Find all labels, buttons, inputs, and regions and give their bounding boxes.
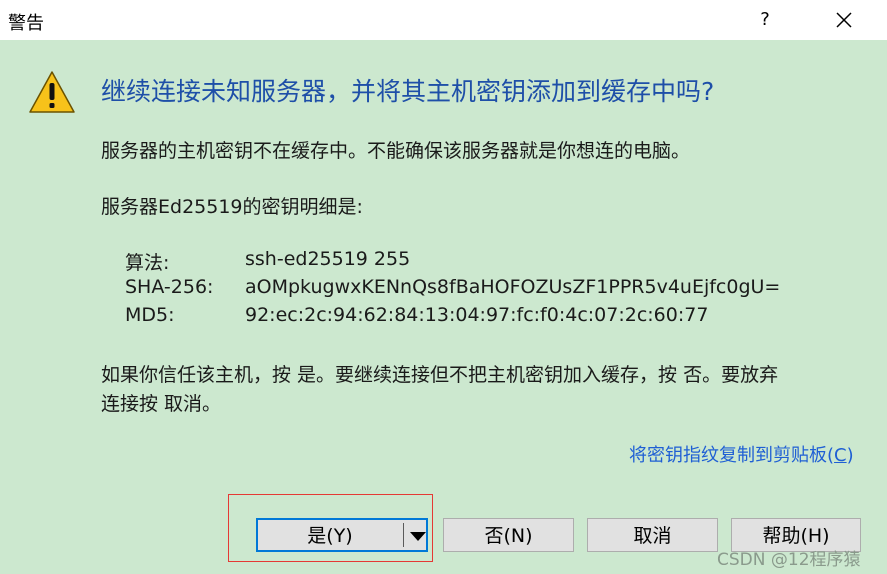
key-details-label: 服务器Ed25519的密钥明细是: <box>101 196 363 218</box>
dialog-content: 继续连接未知服务器，并将其主机密钥添加到缓存中吗? 服务器的主机密钥不在缓存中。… <box>0 40 887 495</box>
help-title-button[interactable]: ? <box>754 8 776 32</box>
instructions-line-2: 连接按 取消。 <box>101 393 222 415</box>
md5-label: MD5: <box>125 304 175 326</box>
title-bar: 警告 ? <box>0 0 887 40</box>
algorithm-value: ssh-ed25519 255 <box>245 248 411 270</box>
close-icon <box>836 12 852 28</box>
sha256-value: aOMpkugwxKENnQs8fBaHOFOZUsZF1PPR5v4uEjfc… <box>245 276 781 298</box>
host-key-not-cached-text: 服务器的主机密钥不在缓存中。不能确保该服务器就是你想连的电脑。 <box>101 140 691 162</box>
warning-icon <box>29 71 75 113</box>
copy-fingerprint-link[interactable]: 将密钥指纹复制到剪贴板(C) <box>629 441 854 467</box>
dialog-heading: 继续连接未知服务器，并将其主机密钥添加到缓存中吗? <box>101 77 715 106</box>
cancel-button[interactable]: 取消 <box>587 518 718 552</box>
instructions-line-1: 如果你信任该主机，按 是。要继续连接但不把主机密钥加入缓存，按 否。要放弃 <box>101 364 779 386</box>
close-button[interactable] <box>830 7 858 33</box>
copy-link-close: ) <box>846 445 854 466</box>
watermark: CSDN @12程序猿 <box>717 550 861 570</box>
no-button[interactable]: 否(N) <box>443 518 574 552</box>
copy-link-accesskey: C <box>834 445 847 466</box>
algorithm-label: 算法: <box>125 252 170 274</box>
highlight-box <box>228 494 433 562</box>
sha256-label: SHA-256: <box>125 276 214 298</box>
window-title: 警告 <box>8 13 44 34</box>
copy-link-text: 将密钥指纹复制到剪贴板( <box>629 445 835 466</box>
md5-value: 92:ec:2c:94:62:84:13:04:97:fc:f0:4c:07:2… <box>245 304 709 326</box>
